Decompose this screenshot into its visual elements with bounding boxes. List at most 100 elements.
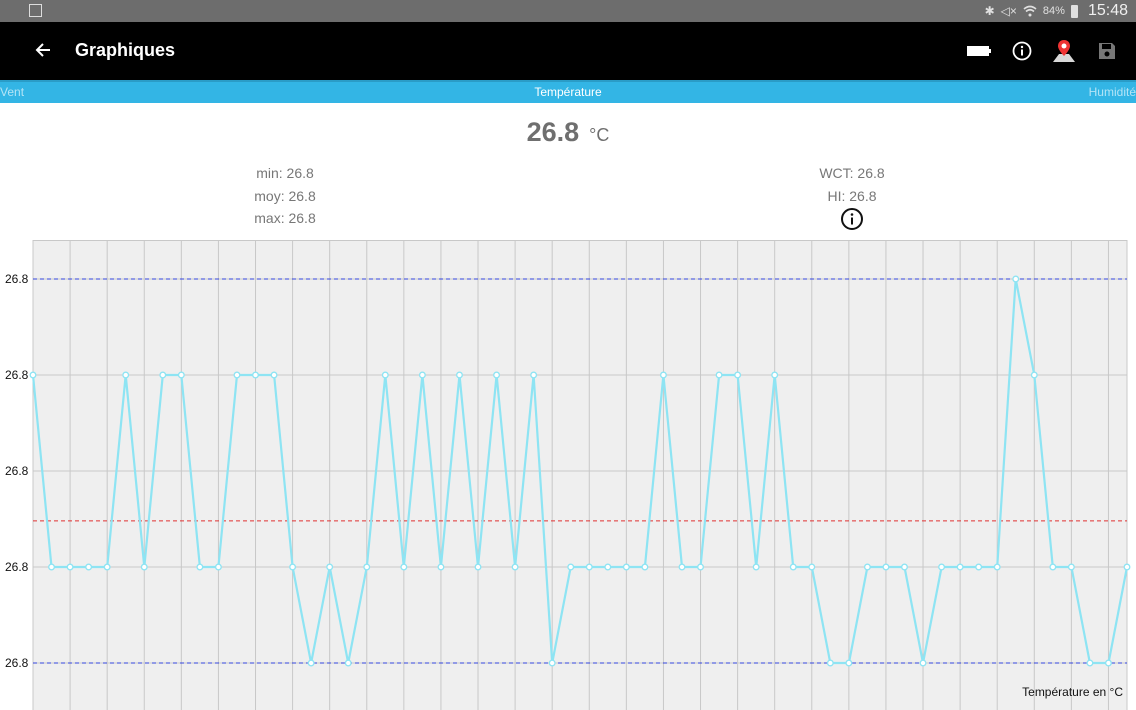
data-point [1086,659,1094,667]
data-point [771,371,779,379]
stats-summary: min: 26.8 moy: 26.8 max: 26.8 [200,162,370,230]
data-point [678,563,686,571]
data-point [622,563,630,571]
data-point [901,563,908,571]
data-point [474,563,482,571]
page-title: Graphiques [75,40,176,60]
data-point [1030,371,1038,379]
data-point [29,371,37,379]
gallery-icon [29,4,42,17]
data-point [808,563,816,571]
data-point [585,563,593,571]
data-point [493,371,501,379]
data-point [604,563,612,571]
stat-wct: WCT: 26.8 [819,165,885,181]
data-point [85,563,93,571]
data-point [715,371,723,379]
data-point [196,563,204,571]
stat-max: max: 26.8 [254,210,316,226]
data-point [567,563,575,571]
current-value: 26.8 [526,117,580,147]
data-point [697,563,704,571]
data-point [938,563,946,571]
status-bar: ✱ ◁× 84% 15:48 [0,0,1136,22]
data-point [326,563,334,571]
data-point [919,659,927,667]
data-point [66,563,74,571]
data-point [1049,563,1057,571]
chart-unit-caption: Température en °C [1022,685,1123,699]
data-point [270,371,278,379]
temperature-chart: 26.8 26.8 26.8 26.8 26.8 [5,240,1131,710]
data-point [400,563,408,571]
data-point [659,371,667,379]
y-tick-label: 26.8 [5,560,29,574]
data-point [1123,563,1131,571]
data-point [734,371,742,379]
tab-temperature[interactable]: Température [0,85,1136,99]
battery-button[interactable] [965,37,993,65]
bluetooth-icon: ✱ [984,4,995,18]
data-point [641,563,649,571]
data-point [456,371,463,379]
map-button[interactable] [1050,37,1078,65]
current-reading: 26.8 °C [0,117,1136,148]
data-point [437,563,445,571]
data-point [752,563,760,571]
tab-humidite[interactable]: Humidité [1089,85,1136,99]
battery-icon [1070,4,1078,18]
data-point [530,371,538,379]
data-point [882,563,890,571]
data-point [845,659,853,667]
data-point [1105,659,1112,667]
y-tick-label: 26.8 [5,272,29,286]
data-point [1067,563,1075,571]
data-point [363,563,371,571]
data-point [826,659,834,667]
data-point [307,659,315,667]
data-point [233,371,241,379]
y-tick-label: 26.8 [5,464,29,478]
app-bar: Graphiques [0,22,1136,80]
data-point [381,371,389,379]
stat-hi: HI: 26.8 [827,187,877,204]
data-point [214,563,222,571]
data-point [289,563,297,571]
plot-area [33,240,1127,710]
data-point [975,563,983,571]
save-button[interactable] [1093,37,1121,65]
data-point [103,563,111,571]
stat-avg: moy: 26.8 [254,187,316,204]
info-icon [1012,41,1032,61]
back-arrow-icon[interactable] [30,36,58,64]
battery-icon [967,46,991,56]
mute-icon: ◁× [1000,4,1017,18]
data-point [344,659,352,667]
y-tick-label: 26.8 [5,368,29,382]
data-point [159,371,167,379]
clock: 15:48 [1087,2,1128,19]
wifi-icon [1023,5,1037,17]
data-point [177,371,185,379]
info-icon[interactable] [840,207,864,231]
y-tick-label: 26.8 [5,656,29,670]
stat-min: min: 26.8 [256,165,314,181]
data-point [511,563,519,571]
data-point [122,371,130,379]
data-point [863,563,871,571]
current-unit: °C [589,125,610,145]
data-point [418,371,426,379]
data-point [252,371,259,379]
data-point [993,563,1001,571]
stats-indices: WCT: 26.8 HI: 26.8 [767,162,937,207]
data-point [789,563,797,571]
data-point [956,563,964,571]
save-icon [1099,43,1115,59]
map-marker-icon [1053,40,1075,62]
data-point [140,563,148,571]
data-point [48,563,55,571]
tab-bar: Vent Température Humidité [0,80,1136,103]
data-point [1012,275,1020,283]
battery-percent: 84% [1042,5,1065,17]
info-button[interactable] [1008,37,1036,65]
